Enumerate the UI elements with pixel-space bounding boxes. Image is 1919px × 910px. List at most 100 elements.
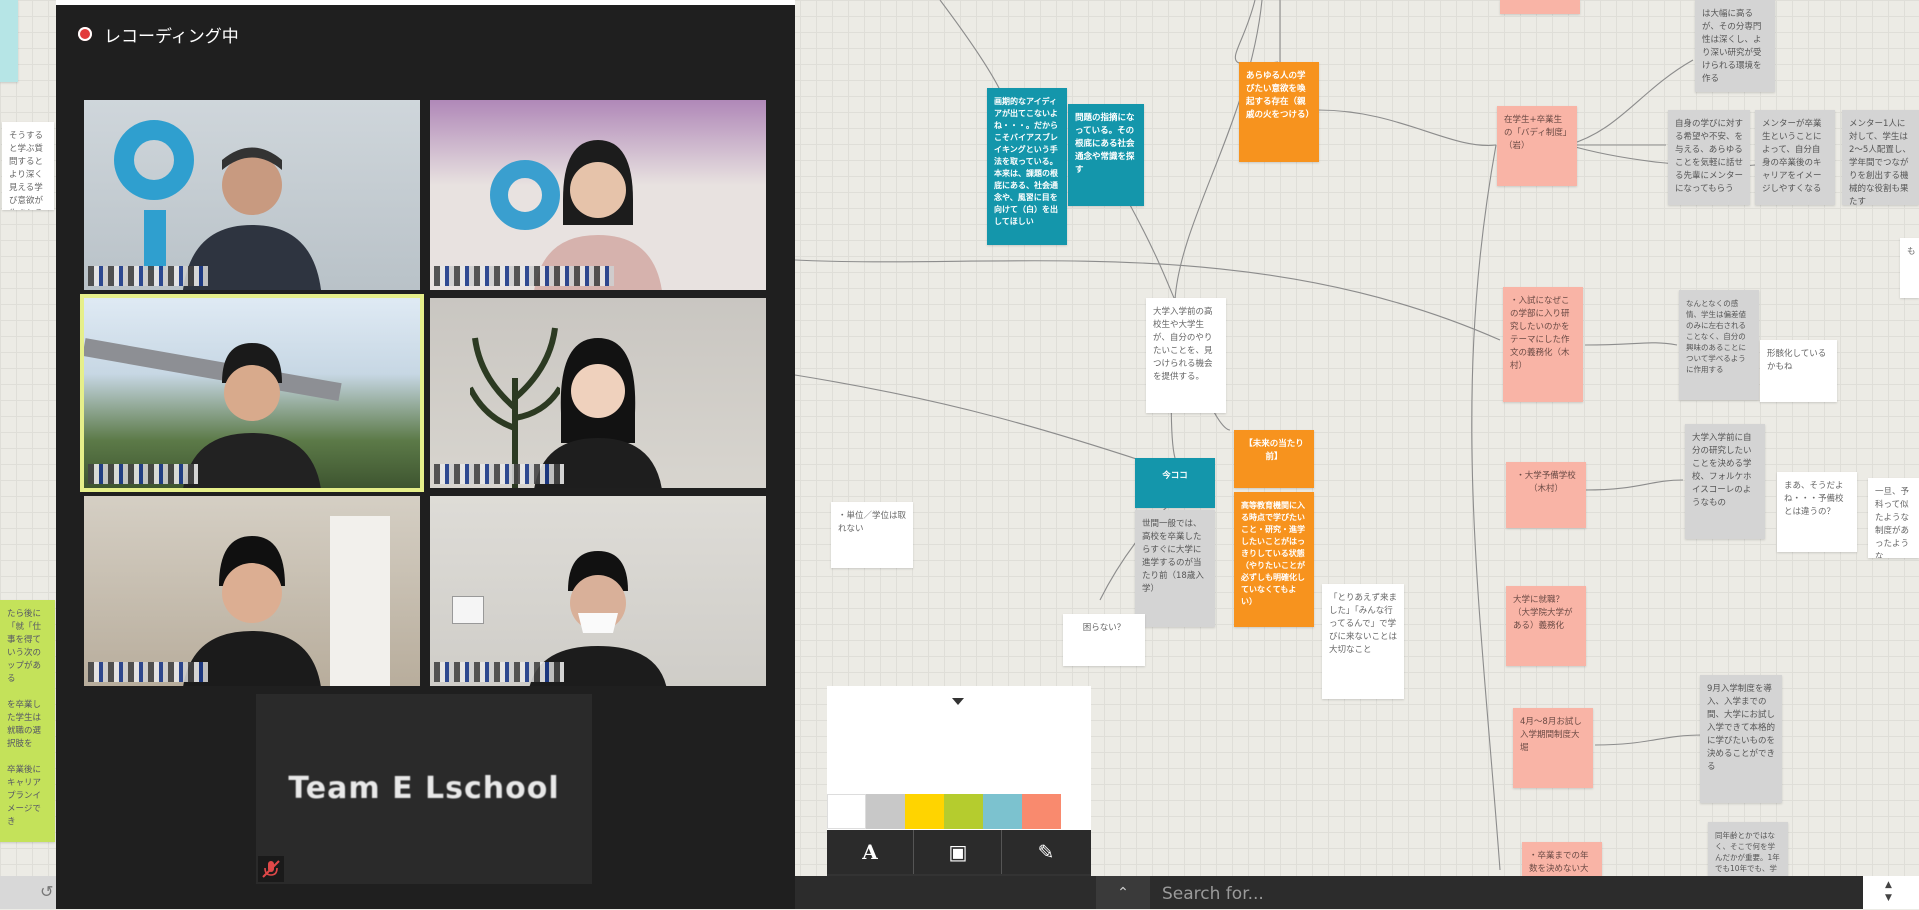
note-card[interactable]: そうすると学ぶ質問するとより深く見える学び意欲が生まれる	[2, 122, 54, 210]
note-card[interactable]: 大学に就職？（大学院大学がある）義務化	[1506, 586, 1586, 666]
note-text: 同年齢とかではなく、そこで何を学んだかが重要。1年でも10年でも、学ぶ	[1715, 831, 1780, 876]
note-card[interactable]: ・単位／学位は取れない	[831, 502, 913, 568]
note-card[interactable]: 在学生+卒業生の「バディ制度」（岩）	[1497, 106, 1577, 186]
video-tile[interactable]	[84, 100, 420, 290]
shelf	[330, 516, 390, 686]
note-text: メンターが卒業生ということによって、自分自身の卒業後のキャリアをイメージしやすく…	[1762, 119, 1822, 194]
participant-avatar	[183, 343, 321, 488]
connector-line	[1584, 342, 1678, 346]
note-text: を卒業した学生は就職の選択肢を	[7, 700, 42, 749]
participant-name-tag	[434, 662, 564, 682]
stepper-down-icon[interactable]: ▼	[1885, 893, 1892, 903]
note-card[interactable]	[0, 0, 18, 82]
left-control[interactable]: ↺	[0, 876, 56, 909]
note-text: ・単位／学位は取れない	[838, 511, 907, 534]
note-text: ・入試になぜこの学部に入り研究したいのかをテーマにした作文の義務化（木村）	[1510, 296, 1570, 371]
note-card[interactable]: メンター1人に対して、学生は2〜5人配置し、学年間でつながりを創出する機械的な役…	[1842, 110, 1919, 205]
color-swatch-green[interactable]	[944, 794, 983, 829]
mic-muted-icon	[258, 856, 284, 882]
recording-window: レコーディング中 Team E Lschool	[56, 0, 795, 909]
video-tile[interactable]	[430, 298, 766, 488]
recording-label: レコーディング中	[104, 27, 239, 47]
team-name: Team E Lschool	[288, 771, 560, 806]
chevron-down-icon[interactable]	[952, 698, 964, 705]
collapse-button[interactable]: ⌃	[1096, 876, 1150, 909]
color-swatch-salmon[interactable]	[1022, 794, 1061, 829]
video-tile-active-speaker[interactable]	[80, 294, 424, 492]
note-card[interactable]	[1500, 0, 1580, 14]
note-text: 大学に就職？（大学院大学がある）義務化	[1513, 595, 1573, 631]
note-text: 画期的なアイディアが出てこないよね・・・。だからこそバイアスブレイキングという手…	[994, 97, 1058, 226]
note-text: 「とりあえず来ました」「みんな行ってるんで」で学びに来ないことは大切なこと	[1329, 593, 1398, 655]
connector-line	[1129, 204, 1176, 301]
note-text: メンター1人に対して、学生は2〜5人配置し、学年間でつながりを創出する機械的な役…	[1849, 119, 1911, 205]
color-swatch-gray[interactable]	[866, 794, 905, 829]
note-card[interactable]: たら後に「就「仕事を得ていう次のップがある を卒業した学生は就職の選択肢を 卒業後に…	[0, 600, 55, 842]
note-text: なんとなくの感情、学生は偏差値のみに左右されることなく、自分の興味のあることにつ…	[1686, 299, 1746, 374]
note-card[interactable]: 形骸化しているかもね	[1760, 340, 1837, 402]
connector-line	[1234, 0, 1279, 65]
stepper-up-icon[interactable]: ▲	[1885, 880, 1892, 890]
search-input[interactable]	[1160, 878, 1804, 910]
color-swatch-yellow[interactable]	[905, 794, 944, 829]
note-text: あらゆる人の学びたい意欲を喚起する存在（親戚の火をつける）	[1246, 71, 1315, 120]
note-text: 4月〜8月お試し入学期間制度大堀	[1520, 717, 1582, 753]
note-card[interactable]: 大学入学前の高校生や大学生が、自分のやりたいことを、見つけられる機会を提供する。	[1146, 298, 1226, 413]
note-card[interactable]: なんとなくの感情、学生は偏差値のみに左右されることなく、自分の興味のあることにつ…	[1679, 290, 1759, 400]
note-text: 大学入学前に自分の研究したいことを決める学校、フォルケホイスコーレのようなもの	[1692, 433, 1752, 508]
participant-name-tag	[434, 266, 614, 286]
pen-tool-icon[interactable]: ✎	[1003, 830, 1089, 874]
note-card[interactable]: 画期的なアイディアが出てこないよね・・・。だからこそバイアスブレイキングという手…	[987, 88, 1067, 245]
connector-line	[794, 374, 1171, 471]
note-card[interactable]: 「とりあえず来ました」「みんな行ってるんで」で学びに来ないことは大切なこと	[1322, 584, 1404, 699]
text-tool-icon[interactable]: A	[827, 830, 914, 874]
note-card[interactable]: メンターが卒業生ということによって、自分自身の卒業後のキャリアをイメージしやすく…	[1755, 110, 1835, 205]
participant-name-tag	[434, 464, 564, 484]
note-card[interactable]: 問題の指摘になっている。その根底にある社会通念や常識を探す	[1068, 104, 1144, 206]
note-card[interactable]: も	[1900, 238, 1919, 298]
window-top-edge	[56, 0, 795, 5]
color-swatch-blue[interactable]	[983, 794, 1022, 829]
note-card[interactable]: 【未来の当たり前】	[1234, 430, 1314, 488]
note-card[interactable]: 同年齢とかではなく、そこで何を学んだかが重要。1年でも10年でも、学ぶ	[1708, 822, 1788, 876]
note-card[interactable]: 世間一般では、高校を卒業したらすぐに大学に進学するのが当たり前（18歳入学）	[1135, 510, 1215, 627]
note-text: まあ、そうだよね・・・予備校とは違うの？	[1784, 481, 1844, 517]
participant-name-tag	[88, 662, 208, 682]
note-text: たら後に「就「仕事を得ていう次のップがある	[7, 609, 42, 684]
note-text: 高等教育機関に入る時点で学びたいこと・研究・進学したいことがはっきりしている状態…	[1241, 501, 1305, 606]
note-text: 今ココ	[1162, 471, 1188, 481]
note-text: 困らない？	[1082, 623, 1126, 633]
refresh-icon[interactable]: ↺	[40, 882, 53, 901]
note-card[interactable]: は大幅に高るが、その分専門性は深くし、より深い研究が受けられる環境を作る	[1695, 0, 1775, 92]
note-text: 世間一般では、高校を卒業したらすぐに大学に進学するのが当たり前（18歳入学）	[1142, 519, 1204, 594]
note-card[interactable]: ・大学予備学校（木村）	[1506, 462, 1586, 528]
image-tool-icon[interactable]: ▣	[915, 830, 1002, 874]
video-tile-team-placeholder[interactable]: Team E Lschool	[256, 694, 592, 884]
video-tile[interactable]	[84, 496, 420, 686]
note-card[interactable]: ・卒業までの年数を決めない大	[1522, 842, 1602, 876]
stepper[interactable]: ▲ ▼	[1863, 876, 1919, 909]
note-text: 【未来の当たり前】	[1244, 439, 1304, 462]
video-tile[interactable]	[430, 100, 766, 290]
note-card[interactable]: まあ、そうだよね・・・予備校とは違うの？	[1777, 472, 1857, 552]
note-card[interactable]: 高等教育機関に入る時点で学びたいこと・研究・進学したいことがはっきりしている状態…	[1234, 492, 1314, 627]
participant-name-tag	[88, 464, 198, 484]
note-card[interactable]: 自身の学びに対する希望や不安、を与える、あらゆることを気軽に話せる先輩にメンター…	[1668, 110, 1750, 205]
note-card[interactable]: ・入試になぜこの学部に入り研究したいのかをテーマにした作文の義務化（木村）	[1503, 287, 1583, 402]
note-card[interactable]: 大学入学前に自分の研究したいことを決める学校、フォルケホイスコーレのようなもの	[1685, 424, 1765, 539]
note-card[interactable]: 今ココ	[1135, 458, 1215, 508]
note-card[interactable]: 困らない？	[1063, 614, 1145, 666]
note-text: 問題の指摘になっている。その根底にある社会通念や常識を探す	[1075, 113, 1135, 175]
note-card[interactable]: あらゆる人の学びたい意欲を喚起する存在（親戚の火をつける）	[1239, 62, 1319, 162]
participant-name-tag	[88, 266, 208, 286]
video-tile[interactable]	[430, 496, 766, 686]
note-card[interactable]: 4月〜8月お試し入学期間制度大堀	[1513, 708, 1593, 788]
note-card[interactable]: 一旦、予科って似たような制度があったような	[1868, 478, 1919, 558]
note-text: ・大学予備学校（木村）	[1516, 471, 1576, 494]
note-text: 自身の学びに対する希望や不安、を与える、あらゆることを気軽に話せる先輩にメンター…	[1675, 119, 1744, 194]
note-card[interactable]: 9月入学制度を導入、入学までの間、大学にお試し入学できて本格的に学びたいものを決…	[1700, 675, 1782, 803]
color-swatch-white[interactable]	[827, 794, 866, 829]
connector-line	[1471, 144, 1501, 871]
tool-bar: A ▣ ✎	[827, 830, 1091, 874]
note-text: は大幅に高るが、その分専門性は深くし、より深い研究が受けられる環境を作る	[1702, 9, 1762, 84]
